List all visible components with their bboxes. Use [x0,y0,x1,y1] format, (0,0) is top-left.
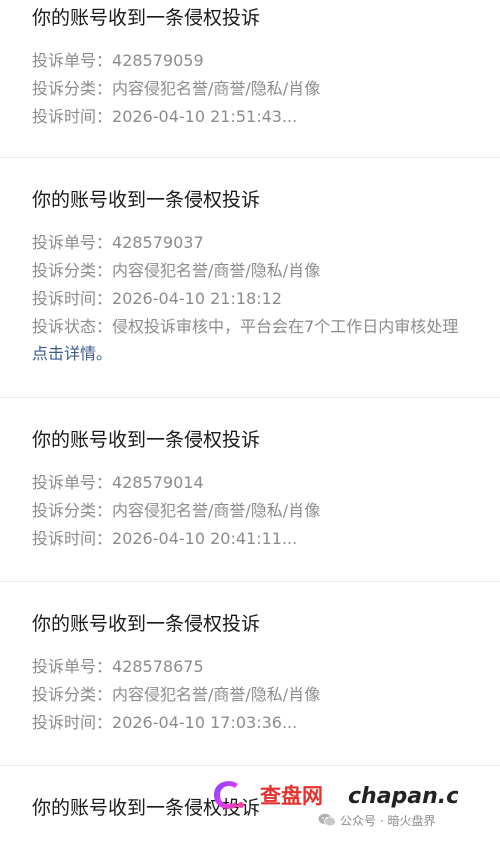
watermark-logo: 查盘网 chapan.cc [214,781,458,809]
row-label: 投诉时间： [32,289,113,308]
row-value: 2026-04-10 21:51:43... [112,107,298,126]
watermark-brand-en: chapan.cc [348,784,458,809]
row-label: 投诉时间： [32,107,113,126]
row-label: 投诉分类： [32,685,113,704]
row-label: 投诉分类： [32,261,113,280]
complaint-id-row: 投诉单号：428579037 [32,229,500,257]
notification-card[interactable]: 你的账号收到一条侵权投诉 投诉单号：428578675 投诉分类：内容侵犯名誉/… [0,582,500,766]
brand-dot-icon [238,802,244,808]
row-label: 投诉单号： [32,51,113,70]
row-value: 428579059 [112,51,204,70]
complaint-id-row: 投诉单号：428579014 [32,469,500,497]
row-label: 投诉时间： [32,529,113,548]
wechat-icon [318,813,336,827]
notification-title: 你的账号收到一条侵权投诉 [32,7,261,29]
watermark-account-text: 公众号 · 暗火盘界 [340,814,436,828]
row-label: 投诉时间： [32,713,113,732]
row-label: 投诉分类： [32,501,113,520]
complaint-category-row: 投诉分类：内容侵犯名誉/商誉/隐私/肖像 [32,681,500,709]
complaint-id-row: 投诉单号：428579059 [32,47,500,75]
complaint-category-row: 投诉分类：内容侵犯名誉/商誉/隐私/肖像 [32,75,500,103]
row-label: 投诉状态： [32,317,113,336]
complaint-time-row: 投诉时间：2026-04-10 21:51:43... [32,103,500,131]
complaint-time-row: 投诉时间：2026-04-10 20:41:11... [32,525,500,553]
row-label: 投诉单号： [32,473,113,492]
notification-card[interactable]: 你的账号收到一条侵权投诉 投诉单号：428579014 投诉分类：内容侵犯名誉/… [0,398,500,582]
notification-title: 你的账号收到一条侵权投诉 [32,613,261,635]
row-label: 投诉单号： [32,657,113,676]
row-value: 内容侵犯名誉/商誉/隐私/肖像 [112,79,321,98]
complaint-time-row: 投诉时间：2026-04-10 17:03:36... [32,709,500,737]
notification-title: 你的账号收到一条侵权投诉 [32,429,261,451]
row-value: 内容侵犯名誉/商誉/隐私/肖像 [112,501,321,520]
watermark-brand-cn: 查盘网 [260,784,323,808]
complaint-id-row: 投诉单号：428578675 [32,653,500,681]
complaint-time-row: 投诉时间：2026-04-10 21:18:12 [32,285,500,313]
complaint-category-row: 投诉分类：内容侵犯名誉/商誉/隐私/肖像 [32,497,500,525]
notification-card[interactable]: 你的账号收到一条侵权投诉 投诉单号：428579059 投诉分类：内容侵犯名誉/… [0,0,500,158]
row-value: 内容侵犯名誉/商誉/隐私/肖像 [112,261,321,280]
brand-c-logo-icon [214,781,238,809]
row-label: 投诉单号： [32,233,113,252]
notification-list: 你的账号收到一条侵权投诉 投诉单号：428579059 投诉分类：内容侵犯名誉/… [0,0,500,846]
watermark-account: 公众号 · 暗火盘界 [318,812,435,829]
row-value: 428579014 [112,473,204,492]
row-value: 428578675 [112,657,204,676]
row-value: 428579037 [112,233,204,252]
row-value: 2026-04-10 17:03:36... [112,713,298,732]
row-label: 投诉分类： [32,79,113,98]
row-value: 内容侵犯名誉/商誉/隐私/肖像 [112,685,321,704]
notification-card[interactable]: 你的账号收到一条侵权投诉 投诉单号：428579037 投诉分类：内容侵犯名誉/… [0,158,500,398]
details-link[interactable]: 点击详情。 [32,341,500,367]
row-value: 2026-04-10 21:18:12 [112,289,282,308]
complaint-category-row: 投诉分类：内容侵犯名誉/商誉/隐私/肖像 [32,257,500,285]
complaint-status-row: 投诉状态：侵权投诉审核中，平台会在7个工作日内审核处理 [32,313,500,341]
notification-title: 你的账号收到一条侵权投诉 [32,189,261,211]
row-value: 侵权投诉审核中，平台会在7个工作日内审核处理 [112,317,459,336]
row-value: 2026-04-10 20:41:11... [112,529,298,548]
